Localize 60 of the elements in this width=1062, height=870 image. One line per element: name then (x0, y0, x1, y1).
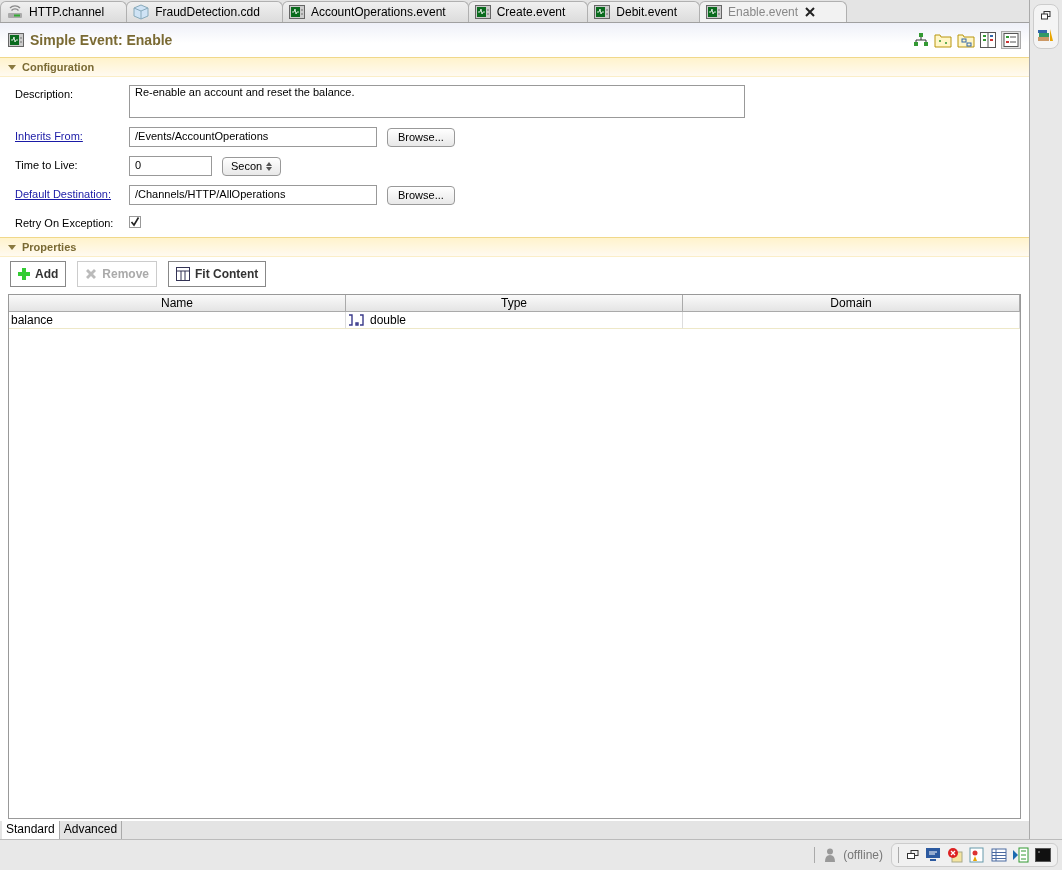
list-icon[interactable] (1001, 31, 1021, 49)
columns-icon[interactable] (980, 32, 996, 48)
plus-icon (18, 268, 30, 280)
unit-dropdown[interactable]: Secon (222, 156, 281, 176)
event-icon (594, 5, 611, 19)
table-icon (176, 267, 190, 281)
restore-icon[interactable] (1041, 11, 1051, 20)
expanded-triangle-icon[interactable] (8, 63, 16, 71)
field-label: Description: (15, 87, 75, 100)
outline-icon[interactable] (1013, 847, 1029, 863)
add-button[interactable]: Add (10, 261, 67, 287)
certificate-icon[interactable] (969, 847, 985, 863)
field-link[interactable]: Default Destination: (15, 185, 129, 200)
channel-icon (7, 4, 23, 20)
page-tab[interactable]: Advanced (59, 821, 123, 839)
section-header[interactable]: Properties (0, 237, 1029, 257)
event-icon (474, 5, 491, 19)
folder-icon[interactable] (957, 32, 975, 48)
path-field[interactable]: /Events/AccountOperations (129, 127, 377, 147)
description-field[interactable]: Re-enable an account and reset the balance. (129, 85, 745, 118)
page-tab[interactable]: Standard (2, 821, 60, 839)
column-header[interactable]: Name (9, 295, 346, 312)
connection-status: (offline) (843, 848, 883, 862)
checkbox[interactable] (129, 216, 141, 228)
event-icon (8, 33, 24, 47)
monitor-icon[interactable] (925, 847, 941, 863)
books-icon[interactable] (1038, 28, 1054, 42)
editor-tab[interactable]: HTTP.channel (0, 1, 128, 22)
number-type-icon (348, 314, 364, 326)
error-log-icon[interactable] (947, 847, 963, 863)
column-header[interactable]: Domain (683, 295, 1020, 312)
browse-button[interactable]: Browse... (387, 185, 455, 205)
restore-icon[interactable] (907, 850, 919, 860)
cube-icon (133, 4, 150, 20)
terminal-icon[interactable] (1035, 847, 1051, 863)
table-icon[interactable] (991, 847, 1007, 863)
editor-tab[interactable]: Create.event (467, 1, 589, 22)
editor-tab[interactable]: FraudDetection.cdd (126, 1, 283, 22)
editor-title: Simple Event: Enable (30, 32, 173, 48)
section-header[interactable]: Configuration (0, 57, 1029, 77)
editor-tab[interactable]: Debit.event (587, 1, 701, 22)
hierarchy-icon[interactable] (913, 32, 929, 48)
column-header[interactable]: Type (346, 295, 683, 312)
event-icon (288, 5, 305, 19)
field-link[interactable]: Inherits From: (15, 127, 129, 142)
browse-button[interactable]: Browse... (387, 127, 455, 147)
table-cell: balance (9, 312, 346, 329)
x-icon (85, 268, 98, 280)
field-label: Retry On Exception: (15, 216, 115, 229)
table-cell: double (370, 312, 407, 328)
time-field[interactable]: 0 (129, 156, 212, 176)
person-icon (825, 848, 836, 862)
close-icon[interactable] (804, 6, 817, 18)
editor-tab[interactable]: AccountOperations.event (281, 1, 469, 22)
expanded-triangle-icon[interactable] (8, 243, 16, 251)
field-label: Time to Live: (15, 158, 79, 171)
fit-button[interactable]: Fit Content (168, 261, 267, 287)
path-field[interactable]: /Channels/HTTP/AllOperations (129, 185, 377, 205)
event-icon (706, 5, 723, 19)
stepper-icon (266, 161, 273, 171)
